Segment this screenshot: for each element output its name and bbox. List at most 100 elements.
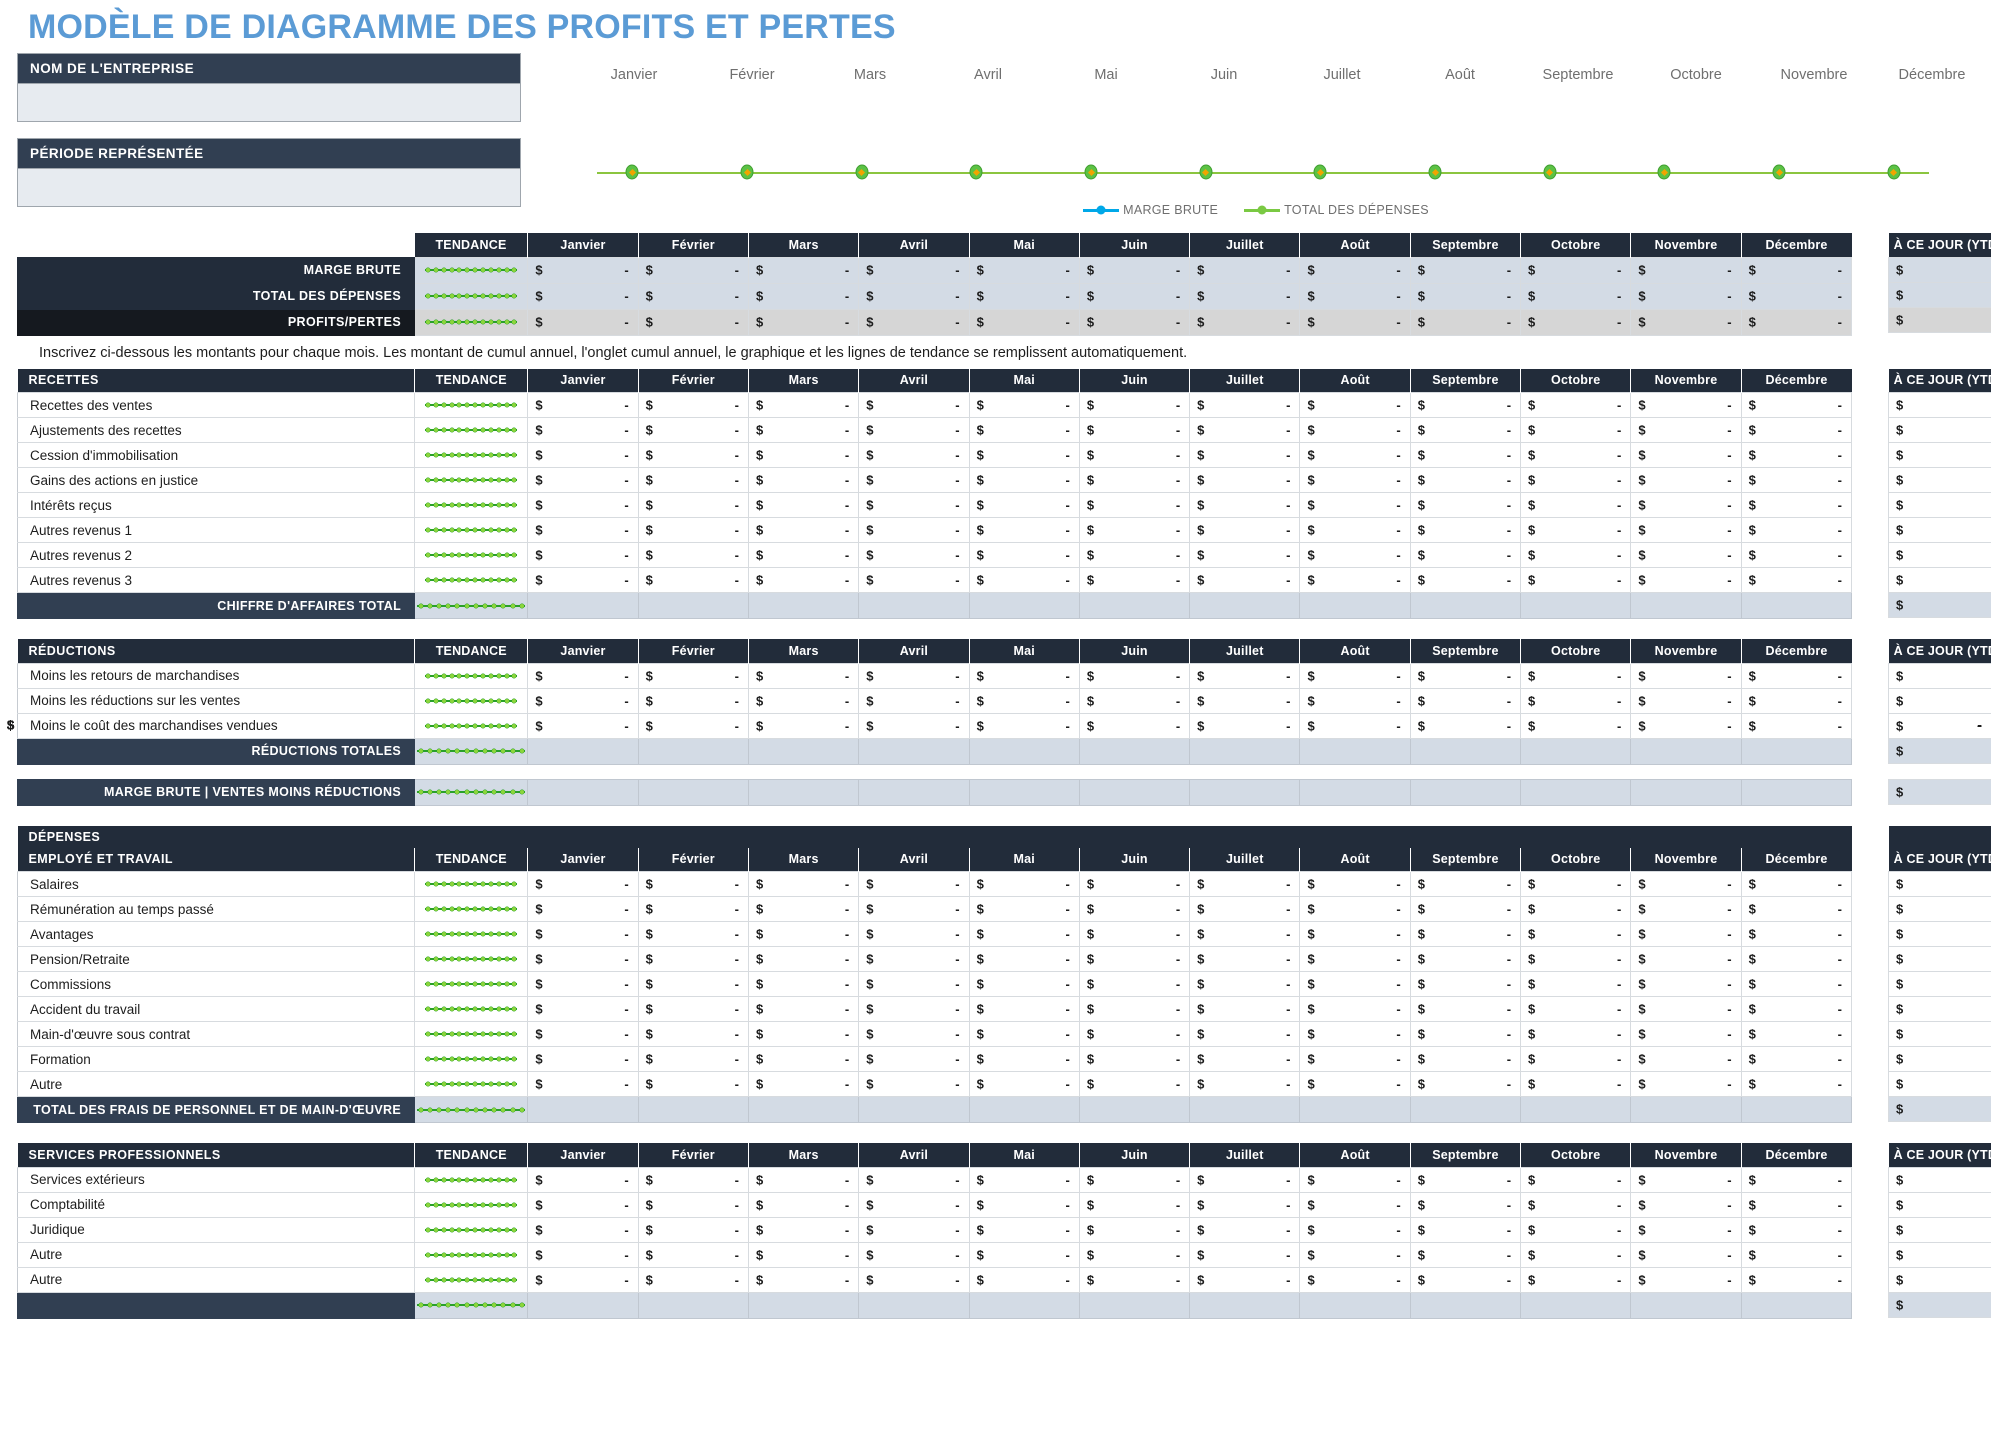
summary-1-cell-Décembre[interactable]: $ -: [1740, 282, 1853, 310]
employe-3-cell-Janvier[interactable]: $ -: [527, 946, 639, 973]
recettes-total-cell-Avril[interactable]: $-: [7, 592, 1982, 732]
recettes-7-cell-Novembre[interactable]: $ -: [1630, 567, 1742, 594]
employe-5-cell-Novembre[interactable]: $ -: [1630, 996, 1742, 1023]
reductions-0-cell-Juin[interactable]: $ -: [1078, 662, 1191, 689]
recettes-0-cell-Mars[interactable]: $ -: [747, 392, 860, 419]
services-3-cell-Décembre[interactable]: $ -: [1740, 1241, 1853, 1268]
employe-8-cell-Octobre[interactable]: $ -: [1520, 1071, 1632, 1098]
recettes-7-cell-Octobre[interactable]: $ -: [1520, 567, 1632, 594]
services-2-cell-Juillet[interactable]: $ -: [1189, 1216, 1301, 1243]
employe-7-cell-Décembre[interactable]: $ -: [1740, 1046, 1853, 1073]
recettes-7-cell-Mars[interactable]: $ -: [747, 567, 860, 594]
services-0-cell-Mars[interactable]: $ -: [747, 1166, 860, 1193]
employe-4-cell-Avril[interactable]: $ -: [858, 971, 970, 998]
employe-4-cell-Mars[interactable]: $ -: [747, 971, 860, 998]
recettes-7-cell-Décembre[interactable]: $ -: [1740, 567, 1853, 594]
services-1-cell-Octobre[interactable]: $ -: [1520, 1191, 1632, 1218]
recettes-0-cell-Mai[interactable]: $ -: [968, 392, 1080, 419]
services-total-cell-Avril[interactable]: $ -: [7, 717, 1982, 1319]
recettes-2-cell-Février[interactable]: $ -: [637, 442, 749, 469]
services-3-cell-Octobre[interactable]: $ -: [1520, 1241, 1632, 1268]
services-1-cell-Décembre[interactable]: $ -: [1740, 1191, 1853, 1218]
services-2-cell-Août[interactable]: $ -: [1299, 1216, 1411, 1243]
employe-0-cell-Juillet[interactable]: $ -: [1189, 871, 1301, 898]
recettes-total-cell-Mars[interactable]: $-: [7, 592, 1982, 732]
services-2-cell-Septembre[interactable]: $ -: [1409, 1216, 1522, 1243]
recettes-2-cell-Décembre[interactable]: $ -: [1740, 442, 1853, 469]
employe-5-cell-Août[interactable]: $ -: [1299, 996, 1411, 1023]
reductions-2-cell-Août[interactable]: $ -: [1299, 712, 1411, 739]
services-4-cell-Avril[interactable]: $ -: [858, 1266, 970, 1293]
marge_brute-total-cell-Février[interactable]: $ -: [7, 717, 1982, 806]
employe-1-cell-Mai[interactable]: $ -: [968, 896, 1080, 923]
summary-2-cell-Avril[interactable]: $ -: [858, 308, 970, 336]
recettes-5-cell-Mai[interactable]: $ -: [968, 517, 1080, 544]
reductions-0-cell-Septembre[interactable]: $ -: [1409, 662, 1522, 689]
employe-0-cell-Octobre[interactable]: $ -: [1520, 871, 1632, 898]
summary-1-cell-Mai[interactable]: $ -: [968, 282, 1080, 310]
services-0-cell-Juin[interactable]: $ -: [1078, 1166, 1191, 1193]
recettes-3-cell-Mars[interactable]: $ -: [747, 467, 860, 494]
services-3-cell-Novembre[interactable]: $ -: [1630, 1241, 1742, 1268]
recettes-5-cell-Décembre[interactable]: $ -: [1740, 517, 1853, 544]
recettes-1-cell-Janvier[interactable]: $ -: [527, 417, 639, 444]
marge_brute-total-cell-Août[interactable]: $ -: [7, 717, 1982, 806]
recettes-4-cell-Janvier[interactable]: $ -: [527, 492, 639, 519]
employe-5-cell-Octobre[interactable]: $ -: [1520, 996, 1632, 1023]
employe-3-cell-Septembre[interactable]: $ -: [1409, 946, 1522, 973]
employe-7-cell-Septembre[interactable]: $ -: [1409, 1046, 1522, 1073]
marge_brute-total-cell-Mai[interactable]: $ -: [7, 717, 1982, 806]
employe-5-cell-Mai[interactable]: $ -: [968, 996, 1080, 1023]
recettes-5-cell-Avril[interactable]: $ -: [858, 517, 970, 544]
services-3-cell-Février[interactable]: $ -: [637, 1241, 749, 1268]
employe-1-cell-Janvier[interactable]: $ -: [527, 896, 639, 923]
services-1-cell-Mars[interactable]: $ -: [747, 1191, 860, 1218]
employe-2-cell-Juillet[interactable]: $ -: [1189, 921, 1301, 948]
services-2-cell-Février[interactable]: $ -: [637, 1216, 749, 1243]
reductions-total-cell-Décembre[interactable]: $-: [7, 717, 1982, 765]
recettes-2-cell-Novembre[interactable]: $ -: [1630, 442, 1742, 469]
employe-6-cell-Octobre[interactable]: $ -: [1520, 1021, 1632, 1048]
recettes-6-cell-Janvier[interactable]: $ -: [527, 542, 639, 569]
reductions-2-cell-Mai[interactable]: $ -: [968, 712, 1080, 739]
recettes-1-cell-Novembre[interactable]: $ -: [1630, 417, 1742, 444]
recettes-6-cell-Juillet[interactable]: $ -: [1189, 542, 1301, 569]
employe-total-cell-Octobre[interactable]: $ -: [7, 717, 1982, 1124]
employe-6-cell-Novembre[interactable]: $ -: [1630, 1021, 1742, 1048]
employe-4-cell-Décembre[interactable]: $ -: [1740, 971, 1853, 998]
employe-4-cell-Février[interactable]: $ -: [637, 971, 749, 998]
services-3-cell-Août[interactable]: $ -: [1299, 1241, 1411, 1268]
recettes-1-cell-Août[interactable]: $ -: [1299, 417, 1411, 444]
services-1-cell-Novembre[interactable]: $ -: [1630, 1191, 1742, 1218]
services-4-cell-Juin[interactable]: $ -: [1078, 1266, 1191, 1293]
services-1-cell-Janvier[interactable]: $ -: [527, 1191, 639, 1218]
services-0-cell-Novembre[interactable]: $ -: [1630, 1166, 1742, 1193]
summary-1-cell-Août[interactable]: $ -: [1299, 282, 1411, 310]
summary-0-cell-Octobre[interactable]: $ -: [1520, 256, 1632, 284]
recettes-2-cell-Avril[interactable]: $ -: [858, 442, 970, 469]
services-0-cell-Décembre[interactable]: $ -: [1740, 1166, 1853, 1193]
services-4-cell-Juillet[interactable]: $ -: [1189, 1266, 1301, 1293]
employe-1-cell-Février[interactable]: $ -: [637, 896, 749, 923]
employe-8-cell-Février[interactable]: $ -: [637, 1071, 749, 1098]
recettes-6-cell-Mai[interactable]: $ -: [968, 542, 1080, 569]
recettes-2-cell-Juillet[interactable]: $ -: [1189, 442, 1301, 469]
employe-1-cell-Octobre[interactable]: $ -: [1520, 896, 1632, 923]
recettes-7-cell-Avril[interactable]: $ -: [858, 567, 970, 594]
employe-2-cell-Avril[interactable]: $ -: [858, 921, 970, 948]
employe-0-cell-Novembre[interactable]: $ -: [1630, 871, 1742, 898]
marge_brute-total-cell-Juillet[interactable]: $ -: [7, 717, 1982, 806]
summary-1-cell-Juillet[interactable]: $ -: [1189, 282, 1301, 310]
recettes-1-cell-Septembre[interactable]: $ -: [1409, 417, 1522, 444]
recettes-5-cell-Janvier[interactable]: $ -: [527, 517, 639, 544]
reductions-2-cell-Juin[interactable]: $ -: [1078, 712, 1191, 739]
employe-7-cell-Juin[interactable]: $ -: [1078, 1046, 1191, 1073]
employe-0-cell-Mai[interactable]: $ -: [968, 871, 1080, 898]
employe-2-cell-Mai[interactable]: $ -: [968, 921, 1080, 948]
services-1-cell-Mai[interactable]: $ -: [968, 1191, 1080, 1218]
reductions-total-cell-Janvier[interactable]: $-: [7, 717, 1982, 765]
employe-8-cell-Décembre[interactable]: $ -: [1740, 1071, 1853, 1098]
summary-0-cell-Décembre[interactable]: $ -: [1740, 256, 1853, 284]
recettes-4-cell-Février[interactable]: $ -: [637, 492, 749, 519]
employe-6-cell-Août[interactable]: $ -: [1299, 1021, 1411, 1048]
